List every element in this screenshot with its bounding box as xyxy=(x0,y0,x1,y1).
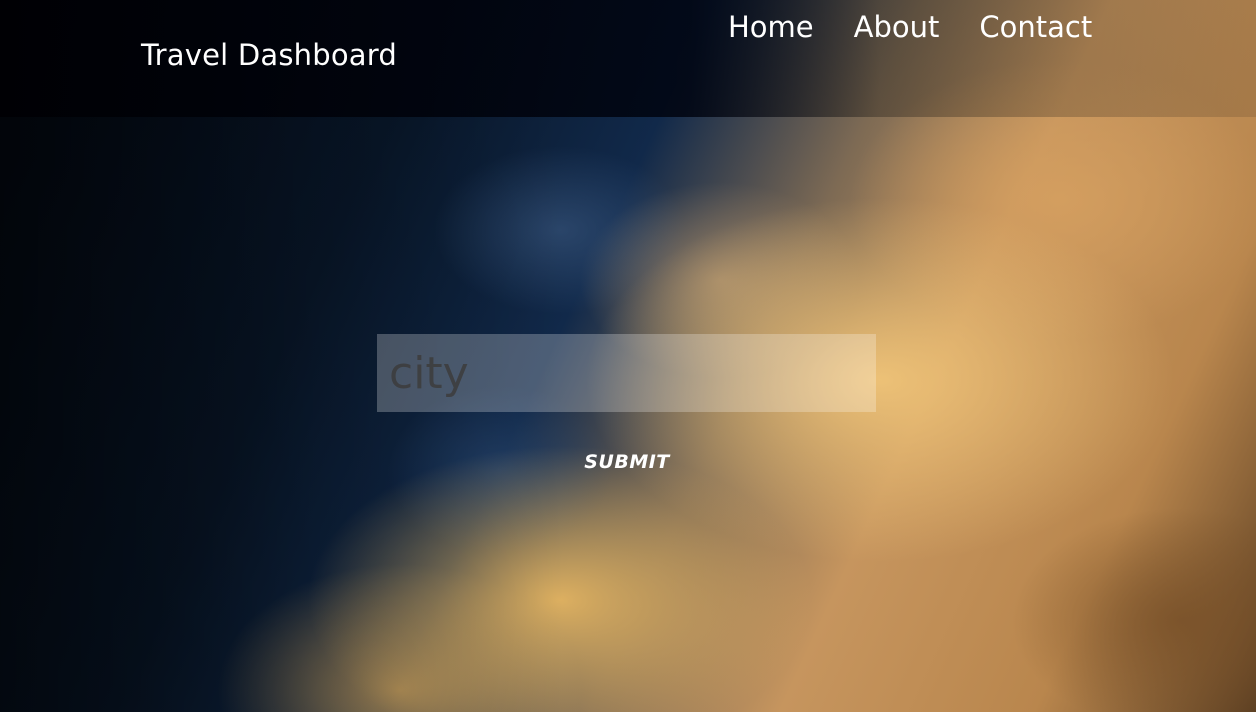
city-search-input[interactable] xyxy=(377,334,876,412)
submit-button[interactable]: SUBMIT xyxy=(572,446,682,478)
brand-title[interactable]: Travel Dashboard xyxy=(141,38,397,72)
navbar: Travel Dashboard Home About Contact xyxy=(0,0,1256,117)
nav-links: Home About Contact xyxy=(728,10,1092,44)
nav-link-contact[interactable]: Contact xyxy=(979,10,1092,44)
page: Travel Dashboard Home About Contact SUBM… xyxy=(0,0,1256,712)
nav-link-home[interactable]: Home xyxy=(728,10,814,44)
nav-link-about[interactable]: About xyxy=(854,10,940,44)
